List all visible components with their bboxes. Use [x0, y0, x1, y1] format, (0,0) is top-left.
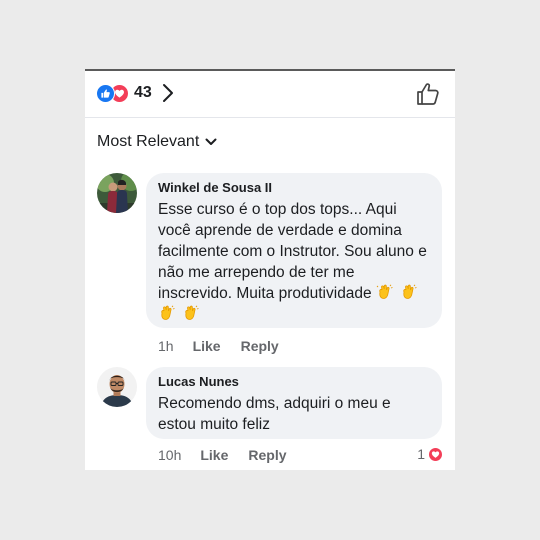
comment-timestamp[interactable]: 10h	[158, 447, 181, 463]
comments-card: 43 Most Relevant Winkel de Sousa II Esse…	[85, 69, 455, 470]
clapping-hands-icon	[161, 305, 175, 320]
comment-timestamp[interactable]: 1h	[158, 338, 174, 354]
reaction-count: 43	[134, 84, 152, 101]
like-link[interactable]: Like	[200, 447, 228, 463]
clapping-hands-icon	[185, 305, 199, 320]
reply-link[interactable]: Reply	[248, 447, 286, 463]
comment-actions: 1h Like Reply	[158, 338, 299, 354]
comment-text: Recomendo dms, adquiri o meu e estou mui…	[158, 395, 391, 433]
comment-item: Winkel de Sousa II Esse curso é o top do…	[97, 173, 447, 363]
chevron-right-icon[interactable]	[162, 83, 174, 103]
comment-reactions[interactable]: 1	[417, 446, 443, 462]
sort-label: Most Relevant	[97, 133, 200, 150]
comment-reaction-count: 1	[417, 446, 425, 462]
comment-bubble: Winkel de Sousa II Esse curso é o top do…	[146, 173, 442, 328]
like-icon	[96, 83, 115, 103]
chevron-down-icon	[205, 138, 217, 145]
love-icon	[428, 446, 443, 462]
comment-author[interactable]: Winkel de Sousa II	[158, 180, 431, 196]
clapping-hands-icon	[403, 284, 417, 299]
reply-link[interactable]: Reply	[241, 338, 279, 354]
comment-bubble: Lucas Nunes Recomendo dms, adquiri o meu…	[146, 367, 442, 439]
comment-text-container: Esse curso é o top dos tops... Aqui você…	[158, 199, 431, 325]
comment-actions: 10h Like Reply	[158, 447, 307, 463]
clapping-hands-icon	[376, 284, 393, 299]
like-outline-icon[interactable]	[415, 81, 441, 107]
comment-item: Lucas Nunes Recomendo dms, adquiri o meu…	[97, 367, 447, 467]
reactions-summary[interactable]: 43	[96, 83, 174, 103]
avatar[interactable]	[97, 173, 137, 213]
like-link[interactable]: Like	[193, 338, 221, 354]
avatar[interactable]	[97, 367, 137, 407]
comment-author[interactable]: Lucas Nunes	[158, 374, 431, 390]
sort-dropdown[interactable]: Most Relevant	[97, 133, 217, 151]
reactions-bar: 43	[85, 71, 455, 118]
